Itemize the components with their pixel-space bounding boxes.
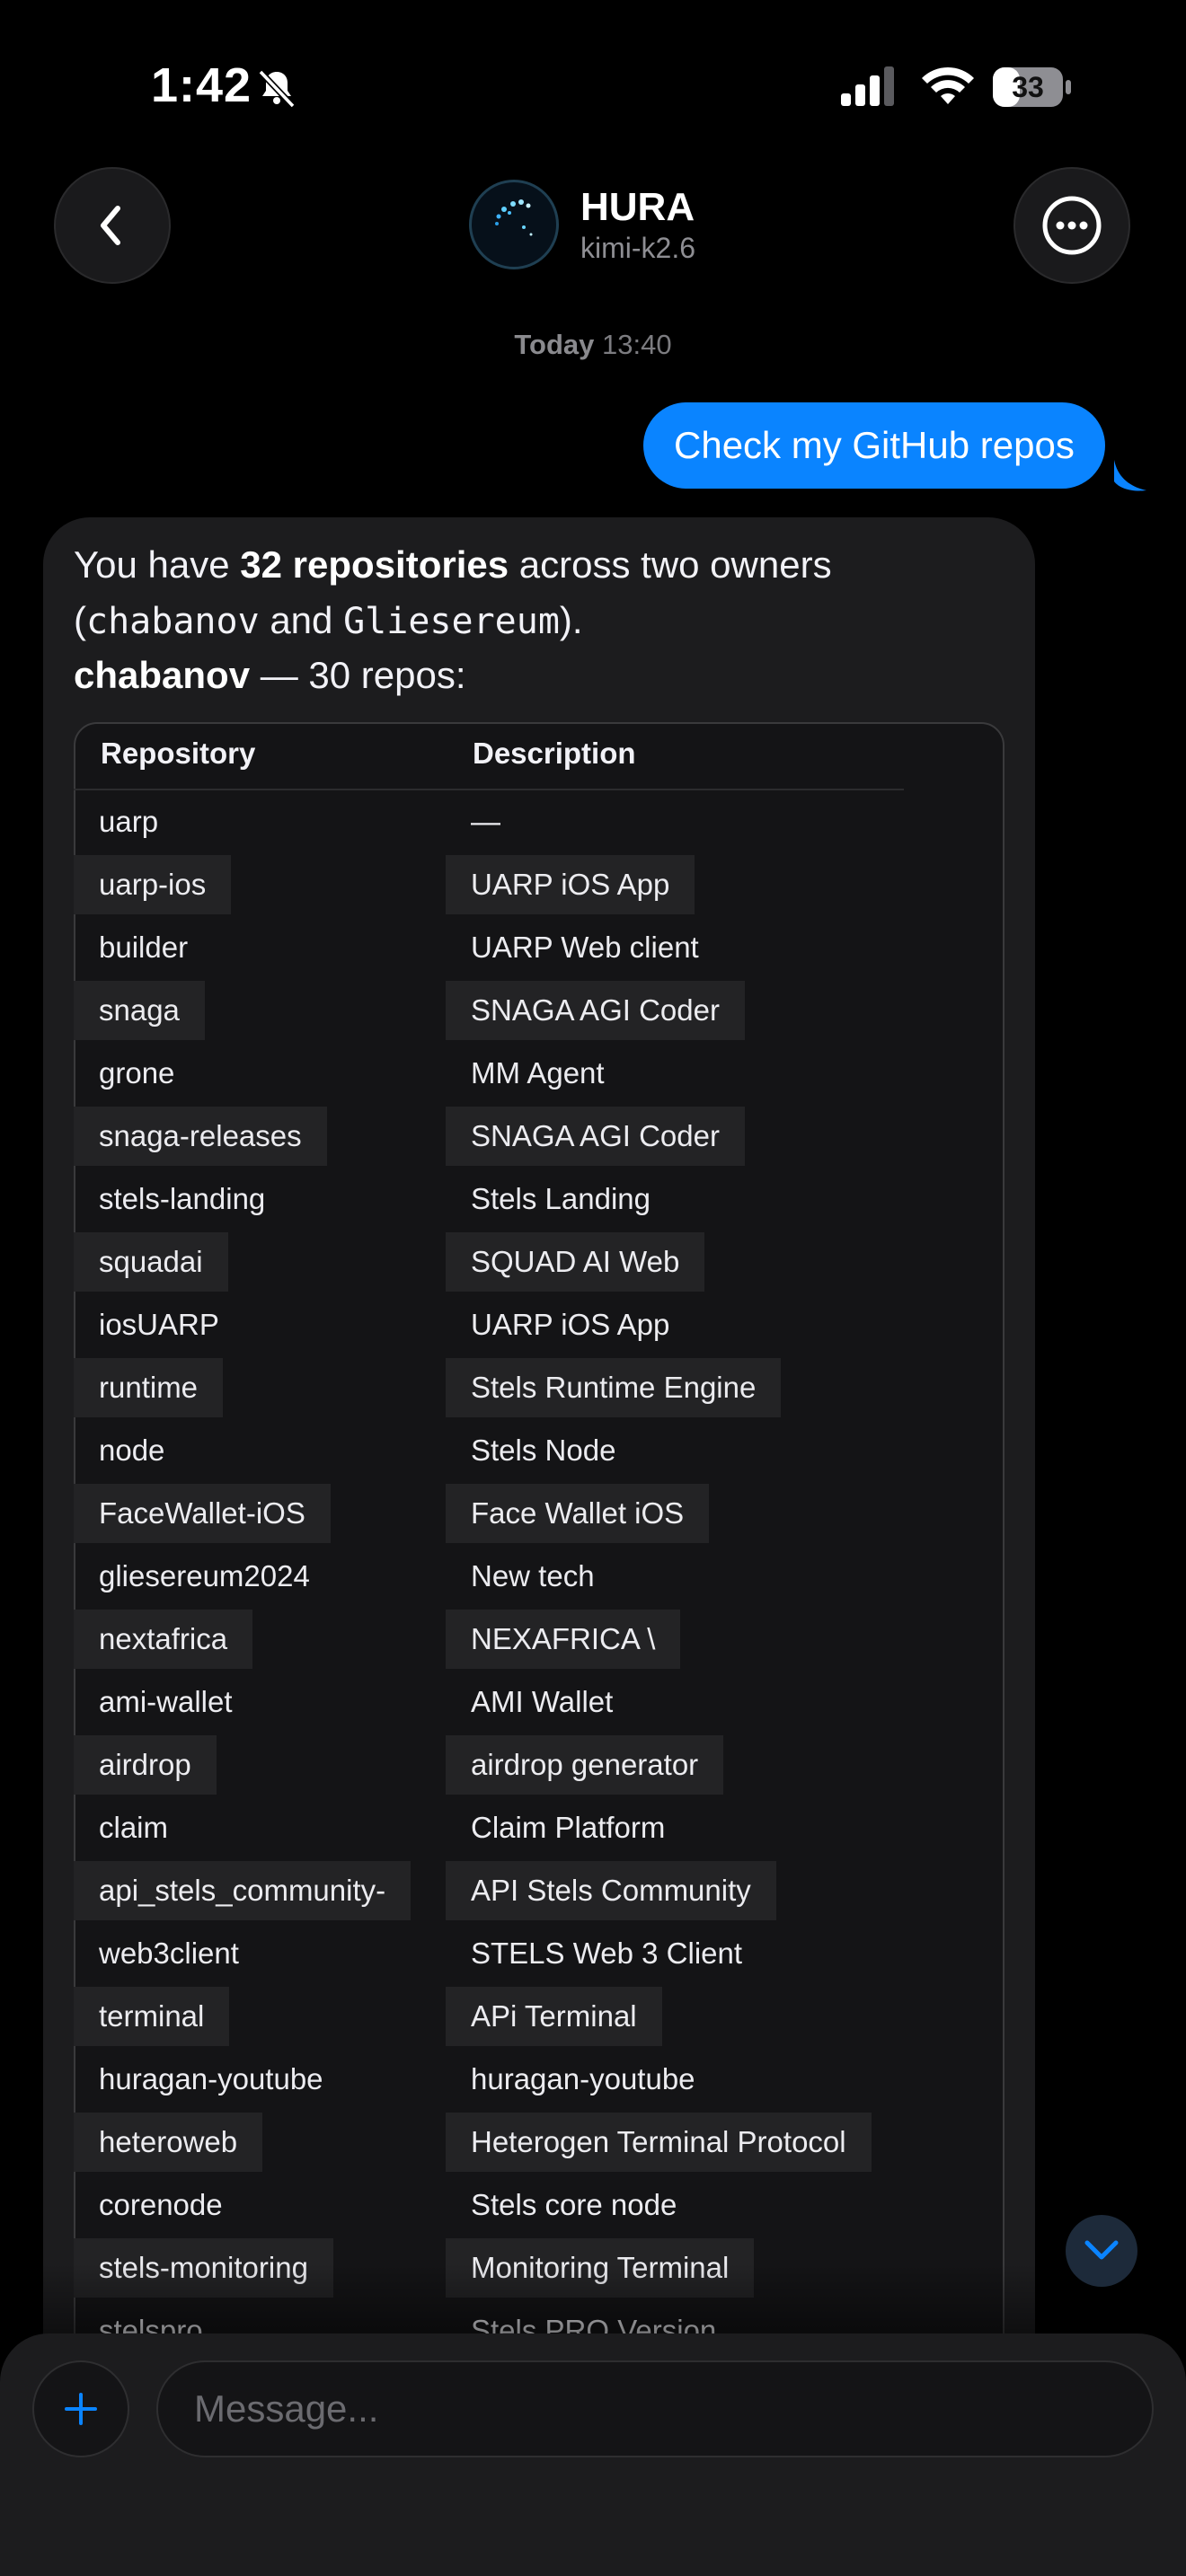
table-cell-description: —	[471, 805, 500, 838]
table-cell-description: SNAGA AGI Coder	[446, 1107, 745, 1166]
cellular-signal-icon	[841, 66, 894, 106]
table-cell-repository: uarp	[99, 805, 159, 838]
table-cell-description: UARP Web client	[471, 931, 699, 964]
table-cell-repository: FaceWallet-iOS	[74, 1484, 331, 1543]
assistant-intro-text: You have 32 repositories across two owne…	[74, 543, 832, 642]
avatar	[469, 180, 559, 269]
date-separator: Today 13:40	[0, 329, 1186, 361]
attach-button[interactable]	[32, 2360, 129, 2457]
table-cell-description: Stels Landing	[471, 1182, 651, 1215]
chat-title: HURA	[580, 185, 695, 229]
table-cell-repository: grone	[99, 1056, 175, 1090]
message-input[interactable]	[156, 2360, 1154, 2457]
table-cell-description: Stels Node	[471, 1434, 616, 1467]
table-cell-repository: heteroweb	[74, 2113, 263, 2172]
table-cell-repository: stels-landing	[99, 1182, 266, 1215]
table-cell-description: Stels core node	[471, 2188, 677, 2221]
table-cell-repository: iosUARP	[99, 1308, 219, 1341]
table-cell-repository: corenode	[99, 2188, 223, 2221]
table-cell-repository: web3client	[99, 1936, 239, 1970]
table-cell-repository: claim	[99, 1811, 169, 1844]
chevron-left-icon	[101, 206, 120, 245]
table-cell-description: APi Terminal	[446, 1987, 662, 2046]
table-cell-description: MM Agent	[471, 1056, 605, 1090]
table-cell-repository: builder	[99, 931, 189, 964]
table-cell-description: AMI Wallet	[471, 1685, 614, 1718]
table-cell-description: STELS Web 3 Client	[471, 1936, 743, 1970]
status-time: 1:42	[151, 58, 252, 112]
table-header-divider	[74, 789, 904, 790]
table-cell-description: Face Wallet iOS	[446, 1484, 710, 1543]
bubble-tail	[1114, 460, 1146, 491]
table-cell-repository: squadai	[74, 1232, 228, 1292]
chevron-down-icon	[1084, 2240, 1119, 2260]
wifi-icon	[922, 66, 974, 104]
table-cell-description: NEXAFRICA \	[446, 1610, 681, 1669]
table-cell-repository: uarp-ios	[74, 855, 232, 914]
table-cell-description: airdrop generator	[446, 1735, 724, 1795]
table-cell-repository: airdrop	[74, 1735, 217, 1795]
scroll-to-bottom-button[interactable]	[1066, 2215, 1137, 2287]
owner-heading: chabanov — 30 repos:	[74, 654, 466, 696]
battery-level: 33	[1012, 71, 1044, 103]
plus-icon	[65, 2393, 97, 2425]
date-time: 13:40	[602, 329, 672, 360]
table-cell-description: UARP iOS App	[446, 855, 695, 914]
table-cell-description: Claim Platform	[471, 1811, 666, 1844]
table-cell-description: huragan-youtube	[471, 2062, 695, 2095]
user-message-text: Check my GitHub repos	[674, 424, 1075, 466]
table-cell-description: Heterogen Terminal Protocol	[446, 2113, 872, 2172]
table-header-description: Description	[473, 737, 636, 770]
back-button[interactable]	[54, 167, 171, 284]
table-cell-repository: huragan-youtube	[99, 2062, 323, 2095]
table-cell-repository: snaga-releases	[74, 1107, 327, 1166]
table-cell-repository: node	[99, 1434, 165, 1467]
table-cell-description: SNAGA AGI Coder	[446, 981, 745, 1040]
date-day: Today	[514, 329, 595, 360]
table-cell-repository: nextafrica	[74, 1610, 253, 1669]
table-cell-repository: runtime	[74, 1358, 224, 1417]
table-cell-repository: ami-wallet	[99, 1685, 233, 1718]
table-cell-description: New tech	[471, 1559, 595, 1592]
ellipsis-circle-icon	[1042, 196, 1102, 255]
table-cell-description: API Stels Community	[446, 1861, 776, 1920]
table-cell-repository: snaga	[74, 981, 205, 1040]
bell-slash-icon	[258, 69, 296, 109]
table-cell-description: UARP iOS App	[471, 1308, 670, 1341]
table-cell-description: Stels Runtime Engine	[446, 1358, 782, 1417]
chat-model-name: kimi-k2.6	[580, 232, 696, 264]
more-options-button[interactable]	[1013, 167, 1130, 284]
table-cell-repository: terminal	[74, 1987, 230, 2046]
user-message-bubble[interactable]: Check my GitHub repos	[643, 402, 1105, 489]
table-header-repository: Repository	[101, 737, 256, 770]
table-cell-repository: gliesereum2024	[99, 1559, 310, 1592]
battery-icon: 33	[992, 65, 1073, 110]
table-cell-repository: api_stels_community-	[74, 1861, 412, 1920]
table-cell-description: SQUAD AI Web	[446, 1232, 705, 1292]
